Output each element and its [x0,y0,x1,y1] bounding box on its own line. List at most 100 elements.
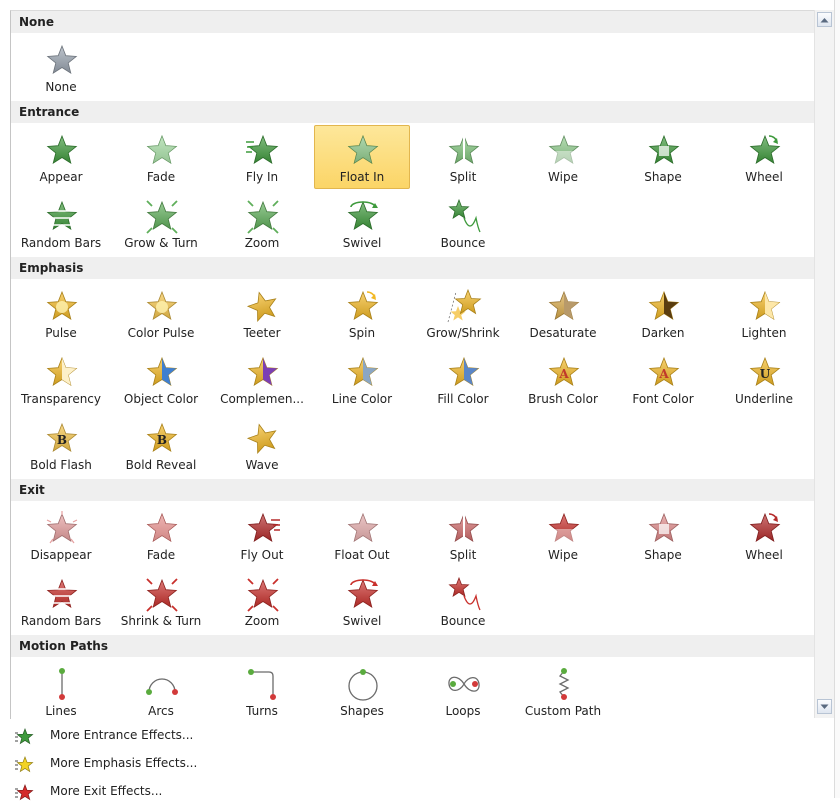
effect-label: Fill Color [437,392,489,406]
effect-tile-swivel[interactable]: Swivel [314,569,410,633]
effect-label: Grow & Turn [124,236,198,250]
effect-tile-lines[interactable]: Lines [13,659,109,719]
effect-label: Custom Path [524,704,602,718]
effect-tile-turns[interactable]: Turns [214,659,310,719]
effect-tile-brush-color[interactable]: A Brush Color [515,347,611,411]
effect-tile-arcs[interactable]: Arcs [113,659,209,719]
effect-tile-bold-flash[interactable]: B Bold Flash [13,413,109,477]
effect-tile-zoom[interactable]: Zoom [214,569,310,633]
effect-tile-color-pulse[interactable]: Color Pulse [113,281,209,345]
effect-tile-underline[interactable]: U Underline [716,347,812,411]
window-edge [834,0,840,798]
effect-tile-teeter[interactable]: Teeter [214,281,310,345]
effect-tile-fade[interactable]: Fade [113,503,209,567]
effect-tile-bold-reveal[interactable]: B Bold Reveal [113,413,209,477]
effect-tile-bounce[interactable]: Bounce [415,569,511,633]
effect-tile-swivel[interactable]: Swivel [314,191,410,255]
effect-tile-font-color[interactable]: A Font Color [615,347,711,411]
effect-tile-fill-color[interactable]: Fill Color [415,347,511,411]
effect-tile-float-out[interactable]: Float Out [314,503,410,567]
effect-tile-wipe[interactable]: Wipe [515,503,611,567]
effect-tile-split[interactable]: Split [415,503,511,567]
effect-tile-grow-shrink[interactable]: Grow/Shrink [415,281,511,345]
more-effects-label: More Exit Effects... [50,784,163,798]
effect-tile-shapes[interactable]: Shapes [314,659,410,719]
exit-fly-out-icon [245,510,281,546]
effect-label: Loops [445,704,481,718]
effect-tile-wave[interactable]: Wave [214,413,310,477]
more-effects-item-entrance[interactable]: More Entrance Effects... [10,722,814,750]
effect-label: Lighten [741,326,787,340]
effect-label: Swivel [342,236,382,250]
emphasis-font-color-icon: A [646,354,682,390]
vertical-scrollbar[interactable] [814,10,835,718]
effect-tile-shape[interactable]: Shape [615,503,711,567]
effect-label: Transparency [20,392,102,406]
emphasis-wave-icon [245,420,281,456]
effect-label: Bold Flash [30,458,92,472]
effect-tile-grow-turn[interactable]: Grow & Turn [113,191,209,255]
more-effects-item-emphasis[interactable]: More Emphasis Effects... [10,750,814,778]
effect-label: Float In [339,170,385,184]
effect-tile-fly-in[interactable]: Fly In [214,125,310,189]
effect-tile-shrink-turn[interactable]: Shrink & Turn [113,569,209,633]
effect-tile-wheel[interactable]: Wheel [716,125,812,189]
effect-tile-appear[interactable]: Appear [13,125,109,189]
scroll-down-arrow-icon[interactable] [817,699,832,714]
effect-tile-lighten[interactable]: Lighten [716,281,812,345]
section-header-exit: Exit [11,479,815,501]
section-header-emphasis: Emphasis [11,257,815,279]
motion-shapes-icon [345,666,381,702]
effect-tile-split[interactable]: Split [415,125,511,189]
effect-tile-fade[interactable]: Fade [113,125,209,189]
effect-tile-shape[interactable]: Shape [615,125,711,189]
effect-tile-line-color[interactable]: Line Color [314,347,410,411]
effect-tile-wheel[interactable]: Wheel [716,503,812,567]
effect-tile-darken[interactable]: Darken [615,281,711,345]
effect-label: Line Color [331,392,393,406]
effect-tile-disappear[interactable]: Disappear [13,503,109,567]
effect-tile-spin[interactable]: Spin [314,281,410,345]
effect-tile-complemen[interactable]: Complemen... [214,347,310,411]
entrance-bounce-icon [446,198,482,234]
exit-shrink-turn-icon [144,576,180,612]
effect-label: Teeter [243,326,281,340]
more-effects-item-exit[interactable]: More Exit Effects... [10,778,814,806]
effect-tile-zoom[interactable]: Zoom [214,191,310,255]
effect-tile-object-color[interactable]: Object Color [113,347,209,411]
effect-tile-random-bars[interactable]: Random Bars [13,191,109,255]
more-effects-label: More Entrance Effects... [50,728,194,742]
effect-label: Swivel [342,614,382,628]
emphasis-brush-color-icon: A [546,354,582,390]
effect-label: Wipe [548,170,578,184]
emphasis-spin-icon [345,288,381,324]
effect-tile-wipe[interactable]: Wipe [515,125,611,189]
effect-label: Float Out [334,548,390,562]
effect-tile-transparency[interactable]: Transparency [13,347,109,411]
effect-tile-bounce[interactable]: Bounce [415,191,511,255]
effect-tile-desaturate[interactable]: Desaturate [515,281,611,345]
effect-tile-fly-out[interactable]: Fly Out [214,503,310,567]
effect-tile-float-in[interactable]: Float In [314,125,410,189]
effect-label: Fade [146,548,176,562]
emphasis-transparency-icon [44,354,80,390]
motion-turns-icon [245,666,281,702]
effect-label: Shape [644,548,682,562]
entrance-swivel-icon [345,198,381,234]
effect-label: Lines [45,704,77,718]
effect-tile-random-bars[interactable]: Random Bars [13,569,109,633]
exit-disappear-icon [44,510,80,546]
motion-arcs-icon [144,666,180,702]
effect-tile-custom-path[interactable]: Custom Path [515,659,611,719]
exit-split-icon [446,510,482,546]
effect-label: Zoom [244,236,280,250]
effect-label: Fly Out [240,548,284,562]
scroll-up-arrow-icon[interactable] [817,12,832,27]
motion-custom-path-icon [546,666,582,702]
exit-float-out-icon [345,510,381,546]
section-header-none: None [11,11,815,33]
effect-label: Split [449,548,477,562]
effect-tile-none[interactable]: None [13,35,109,99]
effect-tile-pulse[interactable]: Pulse [13,281,109,345]
effect-tile-loops[interactable]: Loops [415,659,511,719]
